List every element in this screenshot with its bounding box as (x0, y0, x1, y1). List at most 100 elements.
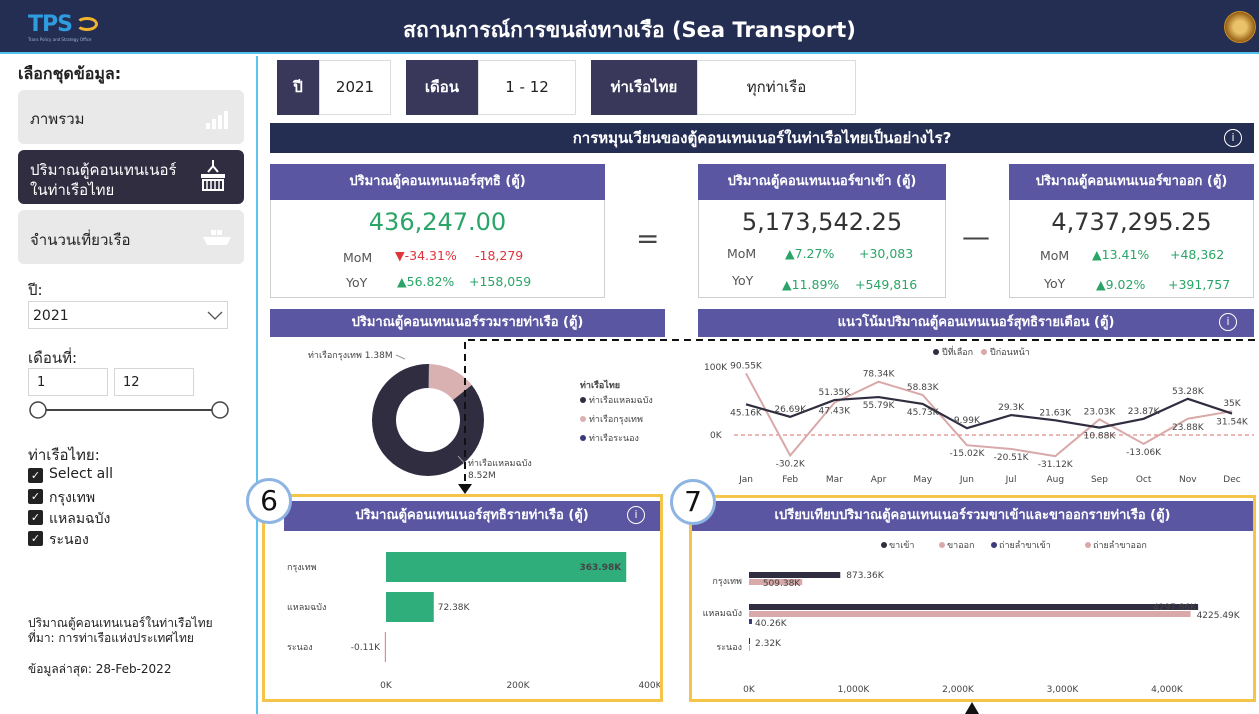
legend-label: ถ่ายลำขาเข้า (999, 540, 1051, 551)
year-dropdown-value: 2021 (33, 308, 69, 324)
bar (386, 592, 434, 622)
kpi-mom-pct: ▼-34.31% (395, 248, 457, 263)
equals-sign: = (636, 222, 660, 255)
page-title: สถานการณ์การขนส่งทางเรือ (Sea Transport) (403, 18, 856, 42)
ministry-seal-icon (1224, 11, 1256, 43)
kpi-mom-label: MoM (1040, 248, 1070, 263)
kpi-yoy-label: YoY (1044, 276, 1066, 291)
x-tick: 4,000K (1151, 685, 1184, 695)
chevron-down-icon (207, 311, 223, 320)
slider-handle-end (211, 401, 229, 419)
kpi-yoy-pct: ▲9.02% (1096, 277, 1146, 292)
category-label: แหลมฉบัง (703, 609, 742, 619)
year-dropdown[interactable]: 2021 (28, 301, 228, 329)
checkbox-label: แหลมฉบัง (49, 511, 111, 527)
annotation-badge-6: 6 (246, 478, 292, 524)
x-tick: 1,000K (838, 685, 871, 695)
legend-dot (991, 542, 997, 548)
kpi-yoy-pct: ▲56.82% (397, 274, 455, 289)
checkbox-bangkok[interactable]: ✓ (28, 489, 43, 504)
info-icon[interactable]: i (1224, 129, 1242, 147)
bar (749, 619, 752, 624)
net-by-port-chart-title: ปริมาณตู้คอนเทนเนอร์สุทธิรายท่าเรือ (ตู้… (284, 501, 660, 531)
source-note-line2: ที่มา: การท่าเรือแห่งประเทศไทย (28, 631, 194, 645)
bar (749, 604, 1199, 610)
import-export-chart-title: เปรียบเทียบปริมาณตู้คอนเทนเนอร์รวมขาเข้า… (692, 501, 1253, 531)
checkbox-select-all[interactable]: ✓ (28, 468, 43, 483)
bar (749, 638, 750, 644)
category-label: ระนอง (716, 643, 742, 653)
legend-label: ขาเข้า (889, 540, 915, 551)
filter-year-value[interactable]: 2021 (319, 60, 391, 115)
kpi-mom-abs: -18,279 (475, 248, 524, 263)
donut-label: ท่าเรือกรุงเทพ 1.38M (308, 350, 393, 361)
checkbox-label: ระนอง (49, 532, 89, 548)
kpi-mom-pct: ▲13.41% (1092, 247, 1150, 262)
sidebar-button-container-volume[interactable]: ปริมาณตู้คอนเทนเนอร์ ในท่าเรือไทย (18, 150, 244, 204)
month-to-input[interactable]: 12 (114, 368, 194, 396)
kpi-yoy-abs: +158,059 (469, 274, 532, 289)
x-tick: 400K (638, 681, 660, 691)
slider-handle-start (29, 401, 47, 419)
year-label: ปี: (28, 281, 43, 299)
kpi-import-card: 5,173,542.25 MoM ▲7.27% +30,083 YoY ▲11.… (698, 200, 946, 298)
x-tick: 0K (380, 681, 393, 691)
data-label: 4225.49K (1197, 611, 1241, 621)
filter-month-label: เดือน (406, 60, 478, 115)
port-label: ท่าเรือไทย: (28, 446, 100, 464)
legend-dot (939, 542, 945, 548)
kpi-net-card: 436,247.00 MoM ▼-34.31% -18,279 YoY ▲56.… (270, 200, 605, 298)
sidebar-button-label-line2: ในท่าเรือไทย (30, 181, 115, 199)
kpi-import-value: 5,173,542.25 (741, 208, 903, 236)
data-label: 509.38K (763, 579, 801, 589)
month-range-slider[interactable] (28, 400, 232, 420)
kpi-import-title: ปริมาณตู้คอนเทนเนอร์ขาเข้า (ตู้) (698, 164, 946, 200)
import-export-bar-chart: ขาเข้า ขาออก ถ่ายลำขาเข้า ถ่ายลำขาออกกรุงเท… (703, 540, 1241, 695)
checkbox-ranong[interactable]: ✓ (28, 531, 43, 546)
data-label: -0.11K (351, 643, 381, 653)
ship-icon (203, 230, 231, 245)
sidebar-button-ship-trips[interactable]: จำนวนเที่ยวเรือ (18, 210, 244, 264)
line-chart-title: แนวโน้มปริมาณตู้คอนเทนเนอร์สุทธิรายเดือน… (698, 309, 1254, 337)
donut-chart-title: ปริมาณตู้คอนเทนเนอร์รวมรายท่าเรือ (ตู้) (270, 309, 665, 337)
category-label: แหลมฉบัง (287, 603, 326, 613)
month-to-value: 12 (123, 375, 140, 390)
filter-port-label: ท่าเรือไทย (591, 60, 697, 115)
section-banner-title: การหมุนเวียนของตู้คอนเทนเนอร์ในท่าเรือไท… (572, 129, 952, 147)
data-label: 72.38K (438, 603, 471, 613)
category-label: กรุงเทพ (287, 563, 317, 573)
bar (749, 572, 841, 578)
kpi-export-value: 4,737,295.25 (1051, 208, 1212, 236)
container-crane-icon (201, 160, 225, 191)
info-icon[interactable]: i (627, 506, 645, 524)
info-icon[interactable]: i (1219, 313, 1237, 331)
x-tick: 2,000K (942, 685, 975, 695)
x-tick: 0K (743, 685, 756, 695)
month-from-value: 1 (37, 375, 46, 390)
data-label: 40.26K (755, 619, 788, 629)
legend-dot (881, 542, 887, 548)
x-tick: 200K (506, 681, 530, 691)
data-label: 873.36K (846, 571, 884, 581)
annotation-arrow (458, 339, 1255, 494)
sidebar-button-label: ภาพรวม (30, 110, 85, 128)
kpi-net-title: ปริมาณตู้คอนเทนเนอร์สุทธิ (ตู้) (270, 164, 605, 200)
sidebar-button-overview[interactable]: ภาพรวม (18, 90, 244, 144)
checkbox-label: กรุงเทพ (49, 490, 96, 506)
data-label: 2.32K (755, 639, 782, 649)
month-from-input[interactable]: 1 (28, 368, 108, 396)
filter-port-value[interactable]: ทุกท่าเรือ (697, 60, 856, 115)
kpi-mom-abs: +30,083 (859, 246, 914, 261)
minus-sign: — (962, 220, 990, 253)
filter-month-value[interactable]: 1 - 12 (478, 60, 576, 115)
filter-year-label: ปี (277, 60, 319, 115)
annotation-badge-7: 7 (670, 479, 716, 525)
kpi-yoy-label: YoY (346, 275, 368, 290)
kpi-yoy-pct: ▲11.89% (782, 277, 840, 292)
kpi-mom-label: MoM (343, 250, 373, 265)
checkbox-laem-chabang[interactable]: ✓ (28, 510, 43, 525)
checkbox-label: Select all (49, 466, 113, 482)
category-label: ระนอง (287, 643, 313, 653)
bar (749, 645, 750, 651)
bar (384, 632, 386, 662)
